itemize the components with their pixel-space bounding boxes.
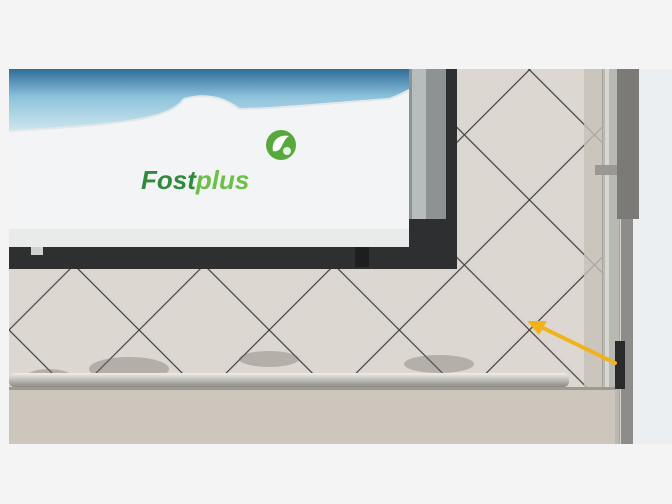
building-facade-scene: Fostplus (9, 69, 672, 444)
brand-logo-text: Fostplus (141, 165, 249, 195)
billboard-poster (9, 69, 410, 255)
recycle-leaf-icon (266, 130, 296, 160)
photo: Fostplus (9, 69, 672, 444)
roof-edge (617, 69, 639, 219)
lower-wall (9, 387, 615, 444)
gutter (9, 373, 569, 387)
